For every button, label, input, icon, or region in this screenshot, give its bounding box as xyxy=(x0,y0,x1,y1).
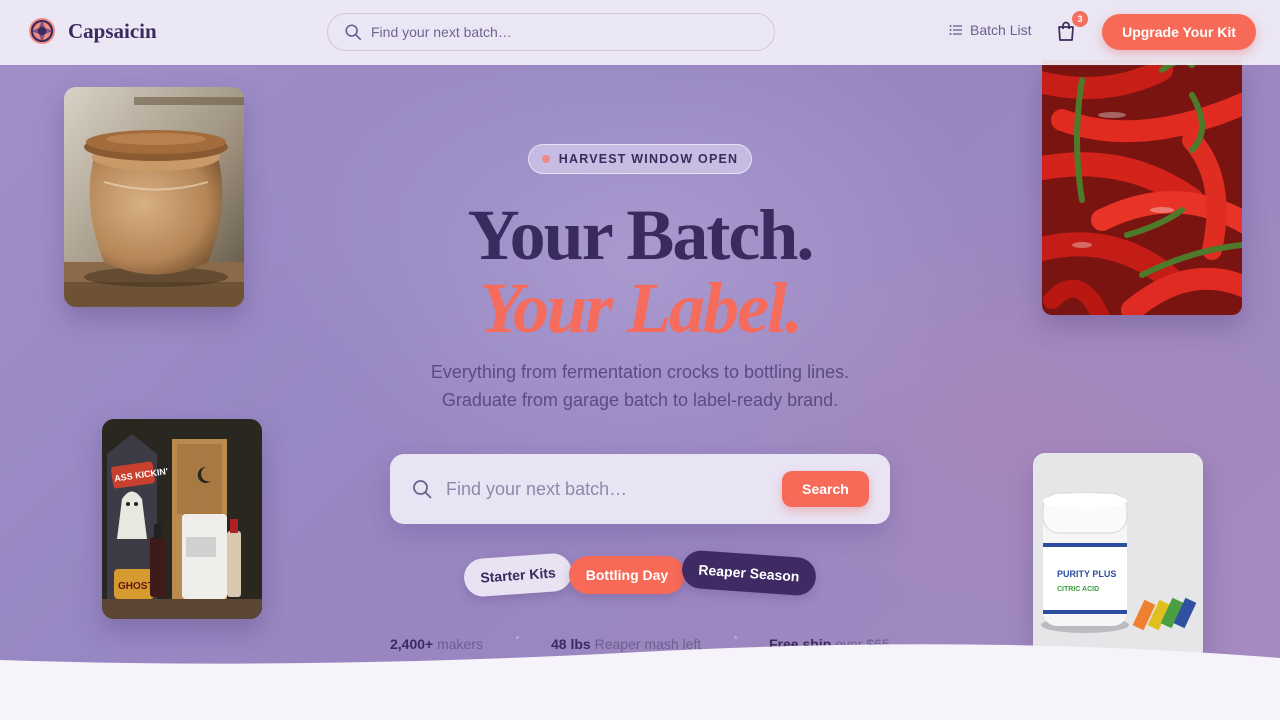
header-search-input[interactable] xyxy=(371,24,751,40)
hero-headline-line1: Your Batch. xyxy=(467,195,815,275)
header-search[interactable] xyxy=(327,13,775,51)
cart-count-badge: 3 xyxy=(1072,11,1088,27)
brand-name: Capsaicin xyxy=(68,18,157,43)
stat-separator xyxy=(516,636,519,639)
hot-sauce-display-photo: ASS KICKIN' GHOST xyxy=(102,419,262,619)
batch-list-label: Batch List xyxy=(970,22,1032,38)
search-icon xyxy=(345,24,362,41)
chili-peppers-photo xyxy=(1042,60,1242,315)
jar-brand-text: PURITY PLUS xyxy=(1057,569,1116,579)
top-navigation-bar: Capsaicin Batch List 3 Upgrade Your Kit xyxy=(0,0,1280,65)
bottom-wave-divider xyxy=(0,644,1280,720)
hero-subtitle: Everything from fermentation crocks to b… xyxy=(340,358,940,414)
search-icon xyxy=(413,480,432,499)
sauce-bottle-text: GHOST xyxy=(118,581,154,592)
tag-bottling-day[interactable]: Bottling Day xyxy=(569,556,685,594)
hero-headline-line2: Your Label. xyxy=(478,268,803,348)
stat-separator xyxy=(734,636,737,639)
citric-acid-jar-photo: PURITY PLUS CITRIC ACID xyxy=(1033,453,1203,663)
hero-subtitle-line1: Everything from fermentation crocks to b… xyxy=(430,362,850,382)
batch-list-link[interactable]: Batch List xyxy=(949,22,1031,38)
hero-search-input[interactable] xyxy=(446,478,766,500)
harvest-window-badge: HARVEST WINDOW OPEN xyxy=(528,144,752,174)
tag-starter-kits[interactable]: Starter Kits xyxy=(462,552,574,598)
upgrade-kit-button[interactable]: Upgrade Your Kit xyxy=(1102,14,1256,50)
crock-photo xyxy=(64,87,244,307)
cart-button[interactable]: 3 xyxy=(1055,11,1088,44)
jar-label-text: CITRIC ACID xyxy=(1057,586,1099,593)
badge-dot xyxy=(541,155,550,163)
hero-subtitle-line2: Graduate from garage batch to label-read… xyxy=(441,390,839,410)
hero-search-bar[interactable]: Search xyxy=(390,454,890,524)
badge-text: HARVEST WINDOW OPEN xyxy=(558,152,739,166)
logo-icon xyxy=(29,18,55,44)
list-icon xyxy=(949,25,962,35)
search-button[interactable]: Search xyxy=(782,471,869,507)
brand[interactable]: Capsaicin xyxy=(27,16,157,46)
